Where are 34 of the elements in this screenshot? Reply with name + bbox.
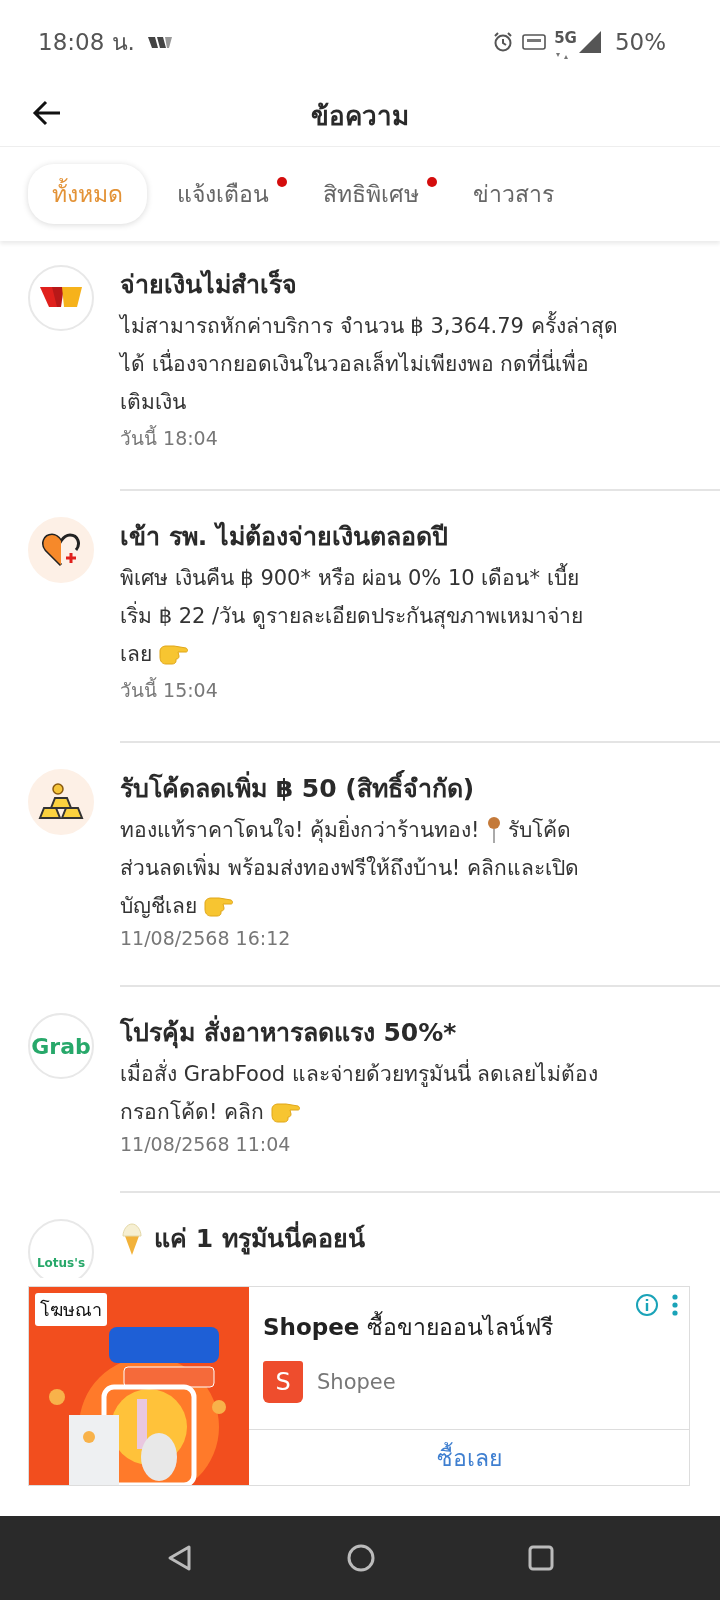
message-text: ไม่สามารถหักค่าบริการ จำนวน ฿ 3,364.79 ครั้งล่าสุด <box>120 307 618 345</box>
tab[interactable]: แจ้งเตือน <box>153 164 293 224</box>
message-title[interactable]: เข้า รพ. ไม่ต้องจ่ายเงินตลอดปี <box>120 517 448 557</box>
message-text: เลย <box>120 641 152 668</box>
brand-logo-text: Lotus's <box>36 1256 86 1270</box>
page-title: ข้อความ <box>311 99 409 133</box>
tab[interactable]: ข่าวสาร <box>449 164 578 224</box>
status-time: 18:08 น. <box>38 28 135 57</box>
message-text: ส่วนลดเพิ่ม พร้อมส่งทองฟรีให้ถึงบ้าน! คลิกและเปิด <box>120 849 579 887</box>
message-text: เติมเงิน <box>120 389 186 416</box>
message-title[interactable]: แค่ 1 ทรูมันนี่คอยน์ <box>154 1219 365 1259</box>
message-time: วันนี้ 15:04 <box>120 676 219 703</box>
message-text: ทองแท้ราคาโดนใจ! คุ้มยิ่งกว่าร้านทอง! <box>120 811 480 849</box>
tab[interactable]: สิทธิพิเศษ <box>299 164 443 224</box>
message-time: 11/08/2568 11:04 <box>120 1133 292 1155</box>
message-text: พิเศษ เงินคืน ฿ 900* หรือ ผ่อน 0% 10 เดือน* เบี้ย <box>120 559 579 597</box>
message-title[interactable]: จ่ายเงินไม่สำเร็จ <box>120 265 297 305</box>
ad-label: โฆษณา <box>35 1293 107 1326</box>
network-type-text: 5G <box>554 29 577 47</box>
message-text: กรอกโค้ด! คลิก <box>120 1099 265 1126</box>
message-text: ได้ เนื่องจากยอดเงินในวอลเล็ทไม่เพียงพอ กดที่นี่เพื่อ <box>120 345 590 383</box>
advertiser-name: Shopee <box>317 1370 396 1394</box>
message-text: เมื่อสั่ง GrabFood และจ่ายด้วยทรูมันนี่ ลดเลยไม่ต้อง <box>120 1055 599 1093</box>
message-text: บัญชีเลย <box>120 893 197 920</box>
message-title[interactable]: โปรคุ้ม สั่งอาหารลดแรง 50%* <box>120 1013 457 1053</box>
message-time: 11/08/2568 16:12 <box>120 927 292 949</box>
bag-letter: S <box>275 1368 291 1396</box>
brand-logo-text: Grab <box>31 1033 91 1059</box>
message-title[interactable]: รับโค้ดลดเพิ่ม ฿ 50 (สิทธิ์จำกัด) <box>120 769 475 809</box>
message-time: วันนี้ 18:04 <box>120 424 219 451</box>
ad-card[interactable]: โฆษณา Shopee ซื้อขายออนไลน์ฟรี S Shopee ซื้อเลย <box>28 1286 690 1486</box>
message-text: เริ่ม ฿ 22 /วัน ดูรายละเอียดประกันสุขภาพเหมาจ่าย <box>120 597 583 635</box>
battery-text: 50% <box>614 29 666 55</box>
message-text: รับโค้ด <box>507 817 571 844</box>
